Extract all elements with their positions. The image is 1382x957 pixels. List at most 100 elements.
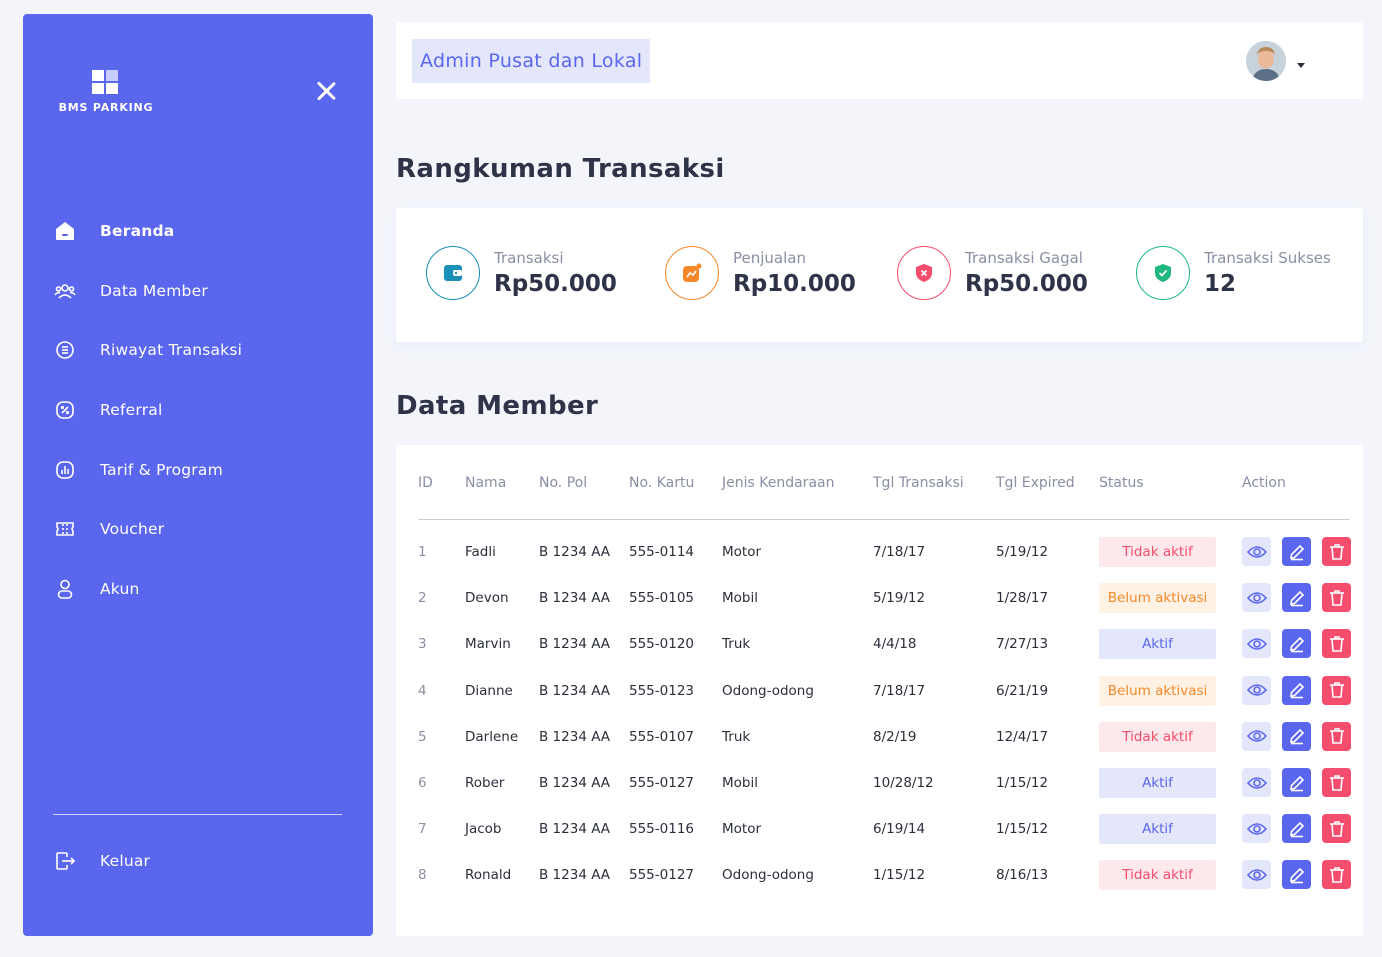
sidebar-item-tarif-program[interactable]: Tarif & Program xyxy=(53,454,343,486)
delete-button[interactable] xyxy=(1322,768,1351,797)
status-badge: Belum aktivasi xyxy=(1099,583,1216,614)
edit-button[interactable] xyxy=(1282,675,1311,705)
summary-card-transaksi-gagal: Transaksi Gagal Rp50.000 xyxy=(897,246,1088,300)
percent-icon xyxy=(53,398,77,422)
cell-no-pol: B 1234 AA xyxy=(539,728,611,745)
card-label: Penjualan xyxy=(733,249,806,267)
summary-card-transaksi-sukses: Transaksi Sukses 12 xyxy=(1136,246,1331,300)
sidebar-item-akun[interactable]: Akun xyxy=(53,573,343,605)
delete-button[interactable] xyxy=(1322,537,1351,566)
cell-tgl-expired: 12/4/17 xyxy=(996,728,1049,745)
view-button[interactable] xyxy=(1242,768,1271,797)
view-button[interactable] xyxy=(1242,721,1271,751)
sidebar-item-label: Akun xyxy=(100,580,140,599)
logout-label: Keluar xyxy=(100,852,151,870)
shield-check-icon xyxy=(1136,246,1190,300)
edit-icon xyxy=(1288,774,1306,792)
edit-button[interactable] xyxy=(1282,629,1311,659)
cell-tgl-expired: 1/15/12 xyxy=(996,821,1049,838)
members-title: Data Member xyxy=(396,391,599,421)
cell-tgl-transaksi: 1/15/12 xyxy=(873,867,926,884)
logout-button[interactable]: Keluar xyxy=(53,845,150,877)
view-button[interactable] xyxy=(1242,814,1271,844)
sidebar-item-referral[interactable]: Referral xyxy=(53,394,343,426)
eye-icon xyxy=(1246,683,1267,697)
cell-id: 8 xyxy=(418,867,427,884)
logo-icon xyxy=(92,70,120,96)
cell-tgl-expired: 7/27/13 xyxy=(996,636,1049,653)
sidebar-item-data-member[interactable]: Data Member xyxy=(53,275,343,307)
edit-button[interactable] xyxy=(1282,768,1311,797)
delete-button[interactable] xyxy=(1322,629,1351,659)
view-button[interactable] xyxy=(1242,583,1271,613)
cell-nama: Jacob xyxy=(465,821,502,838)
edit-button[interactable] xyxy=(1282,814,1311,844)
cell-tgl-expired: 1/15/12 xyxy=(996,775,1049,791)
delete-button[interactable] xyxy=(1322,860,1351,890)
delete-button[interactable] xyxy=(1322,675,1351,705)
eye-icon xyxy=(1246,776,1267,790)
column-header: Jenis Kendaraan xyxy=(722,475,835,491)
sidebar-item-riwayat-transaksi[interactable]: Riwayat Transaksi xyxy=(53,334,343,366)
cell-tgl-expired: 8/16/13 xyxy=(996,867,1049,884)
brand-logo[interactable]: BMS PARKING xyxy=(56,70,156,114)
cell-tgl-expired: 5/19/12 xyxy=(996,544,1049,560)
status-badge: Aktif xyxy=(1099,768,1216,798)
summary-card-penjualan: Penjualan Rp10.000 xyxy=(665,246,856,300)
cell-id: 7 xyxy=(418,821,427,838)
cell-no-pol: B 1234 AA xyxy=(539,867,611,884)
edit-icon xyxy=(1288,681,1306,699)
edit-button[interactable] xyxy=(1282,721,1311,751)
view-button[interactable] xyxy=(1242,675,1271,705)
delete-button[interactable] xyxy=(1322,814,1351,844)
cell-nama: Dianne xyxy=(465,682,513,699)
avatar[interactable] xyxy=(1246,41,1286,81)
cell-tgl-expired: 1/28/17 xyxy=(996,590,1049,607)
card-value: Rp50.000 xyxy=(965,271,1088,297)
delete-button[interactable] xyxy=(1322,583,1351,613)
table-row: 3 Marvin B 1234 AA 555-0120 Truk 4/4/18 7/27/1… xyxy=(396,629,1363,661)
view-button[interactable] xyxy=(1242,860,1271,890)
status-badge: Tidak aktif xyxy=(1099,721,1216,752)
cell-no-kartu: 555-0107 xyxy=(629,728,694,745)
edit-button[interactable] xyxy=(1282,860,1311,890)
summary-panel: Transaksi Rp50.000 Penjualan Rp10.000 Tr… xyxy=(396,208,1363,342)
sidebar-item-voucher[interactable]: Voucher xyxy=(53,513,343,545)
table-header-divider xyxy=(418,519,1350,520)
cell-tgl-expired: 6/21/19 xyxy=(996,682,1049,699)
cell-no-kartu: 555-0127 xyxy=(629,867,694,884)
close-sidebar-button[interactable] xyxy=(313,78,339,104)
view-button[interactable] xyxy=(1242,537,1271,566)
table-row: 5 Darlene B 1234 AA 555-0107 Truk 8/2/19 12/4/… xyxy=(396,721,1363,754)
cell-tgl-transaksi: 5/19/12 xyxy=(873,590,926,607)
shield-x-icon xyxy=(897,246,951,300)
trash-icon xyxy=(1329,589,1345,607)
edit-button[interactable] xyxy=(1282,537,1311,566)
status-badge: Aktif xyxy=(1099,814,1216,845)
sidebar-item-beranda[interactable]: Beranda xyxy=(53,215,343,247)
view-button[interactable] xyxy=(1242,629,1271,659)
edit-button[interactable] xyxy=(1282,583,1311,613)
chevron-down-icon[interactable] xyxy=(1296,55,1306,68)
cell-no-kartu: 555-0123 xyxy=(629,682,694,699)
cell-no-kartu: 555-0120 xyxy=(629,636,694,653)
cell-no-kartu: 555-0127 xyxy=(629,775,694,791)
sidebar: BMS PARKING Beranda Data Member Riwayat … xyxy=(23,14,373,936)
cell-nama: Fadli xyxy=(465,544,496,560)
cell-jenis-kendaraan: Odong-odong xyxy=(722,682,814,699)
edit-icon xyxy=(1288,820,1306,838)
users-icon xyxy=(53,279,77,303)
sidebar-item-label: Data Member xyxy=(100,281,208,300)
delete-button[interactable] xyxy=(1322,721,1351,751)
cell-tgl-transaksi: 4/4/18 xyxy=(873,636,917,653)
status-badge: Aktif xyxy=(1099,629,1216,660)
status-badge: Tidak aktif xyxy=(1099,537,1216,567)
cell-no-pol: B 1234 AA xyxy=(539,544,611,560)
column-header: No. Pol xyxy=(539,475,588,491)
cell-tgl-transaksi: 10/28/12 xyxy=(873,775,934,791)
cell-nama: Rober xyxy=(465,775,505,791)
table-row: 1 Fadli B 1234 AA 555-0114 Motor 7/18/17 5/19/… xyxy=(396,537,1363,569)
trash-icon xyxy=(1329,727,1345,745)
sidebar-item-label: Beranda xyxy=(100,222,175,240)
cell-tgl-transaksi: 7/18/17 xyxy=(873,544,926,560)
